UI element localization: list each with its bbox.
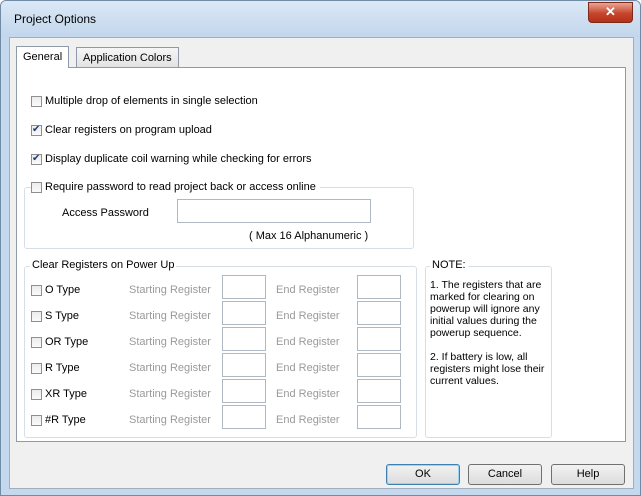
access-password-input[interactable] (177, 199, 371, 223)
clear-registers-label: Clear registers on program upload (45, 124, 212, 136)
o-type-start-input[interactable] (222, 275, 266, 299)
starting-register-label: Starting Register (129, 284, 211, 296)
o-type-checkbox[interactable] (31, 284, 42, 296)
register-row-hash-r-type[interactable]: #R Type (31, 413, 86, 427)
s-type-label: S Type (45, 310, 80, 322)
hash-r-type-end-input[interactable] (357, 405, 401, 429)
or-type-start-input[interactable] (222, 327, 266, 351)
tab-application-colors[interactable]: Application Colors (76, 47, 179, 67)
starting-register-label: Starting Register (129, 414, 211, 426)
duplicate-coil-checkbox[interactable] (31, 152, 42, 166)
r-type-end-input[interactable] (357, 353, 401, 377)
cancel-button[interactable]: Cancel (468, 464, 542, 485)
general-panel: Multiple drop of elements in single sele… (16, 67, 626, 442)
r-type-label: R Type (45, 362, 80, 374)
starting-register-label: Starting Register (129, 362, 211, 374)
r-type-checkbox[interactable] (31, 362, 42, 374)
require-password-option[interactable]: Require password to read project back or… (31, 180, 320, 194)
end-register-label: End Register (276, 284, 340, 296)
dialog-title: Project Options (14, 12, 97, 26)
note-line-1: 1. The registers that are marked for cle… (430, 279, 542, 339)
note-legend: NOTE: (430, 259, 468, 271)
duplicate-coil-option[interactable]: Display duplicate coil warning while che… (31, 152, 312, 166)
end-register-label: End Register (276, 362, 340, 374)
close-icon: ✕ (605, 4, 616, 19)
hash-r-type-label: #R Type (45, 414, 86, 426)
or-type-label: OR Type (45, 336, 89, 348)
or-type-end-input[interactable] (357, 327, 401, 351)
require-password-checkbox[interactable] (31, 181, 42, 193)
tab-general[interactable]: General (16, 46, 70, 68)
close-button[interactable]: ✕ (588, 2, 633, 23)
register-row-o-type[interactable]: O Type (31, 283, 80, 297)
o-type-end-input[interactable] (357, 275, 401, 299)
ok-button[interactable]: OK (386, 464, 460, 485)
clear-registers-checkbox[interactable] (31, 123, 42, 137)
title-bar[interactable]: Project Options ✕ (1, 1, 640, 37)
hash-r-type-start-input[interactable] (222, 405, 266, 429)
register-row-s-type[interactable]: S Type (31, 309, 79, 323)
r-type-start-input[interactable] (222, 353, 266, 377)
starting-register-label: Starting Register (129, 336, 211, 348)
hash-r-type-checkbox[interactable] (31, 414, 42, 426)
clear-registers-option[interactable]: Clear registers on program upload (31, 123, 212, 137)
multiple-drop-option[interactable]: Multiple drop of elements in single sele… (31, 94, 258, 108)
register-row-r-type[interactable]: R Type (31, 361, 80, 375)
starting-register-label: Starting Register (129, 310, 211, 322)
register-row-or-type[interactable]: OR Type (31, 335, 88, 349)
note-group: 1. The registers that are marked for cle… (425, 266, 552, 438)
s-type-checkbox[interactable] (31, 310, 42, 322)
password-hint: ( Max 16 Alphanumeric ) (249, 230, 369, 242)
project-options-dialog: Project Options ✕ General Application Co… (0, 0, 641, 496)
xr-type-checkbox[interactable] (31, 388, 42, 400)
multiple-drop-checkbox[interactable] (31, 95, 42, 107)
xr-type-label: XR Type (45, 388, 87, 400)
require-password-label: Require password to read project back or… (45, 181, 316, 193)
o-type-label: O Type (45, 284, 81, 296)
register-row-xr-type[interactable]: XR Type (31, 387, 87, 401)
end-register-label: End Register (276, 336, 340, 348)
dialog-body: General Application Colors Multiple drop… (9, 37, 634, 489)
clear-registers-legend: Clear Registers on Power Up (30, 259, 177, 271)
duplicate-coil-label: Display duplicate coil warning while che… (45, 153, 312, 165)
starting-register-label: Starting Register (129, 388, 211, 400)
xr-type-start-input[interactable] (222, 379, 266, 403)
end-register-label: End Register (276, 388, 340, 400)
multiple-drop-label: Multiple drop of elements in single sele… (45, 95, 258, 107)
s-type-start-input[interactable] (222, 301, 266, 325)
note-line-2: 2. If battery is low, all registers migh… (430, 351, 545, 387)
help-button[interactable]: Help (551, 464, 625, 485)
end-register-label: End Register (276, 310, 340, 322)
access-password-label: Access Password (62, 207, 149, 219)
end-register-label: End Register (276, 414, 340, 426)
xr-type-end-input[interactable] (357, 379, 401, 403)
or-type-checkbox[interactable] (31, 336, 42, 348)
s-type-end-input[interactable] (357, 301, 401, 325)
